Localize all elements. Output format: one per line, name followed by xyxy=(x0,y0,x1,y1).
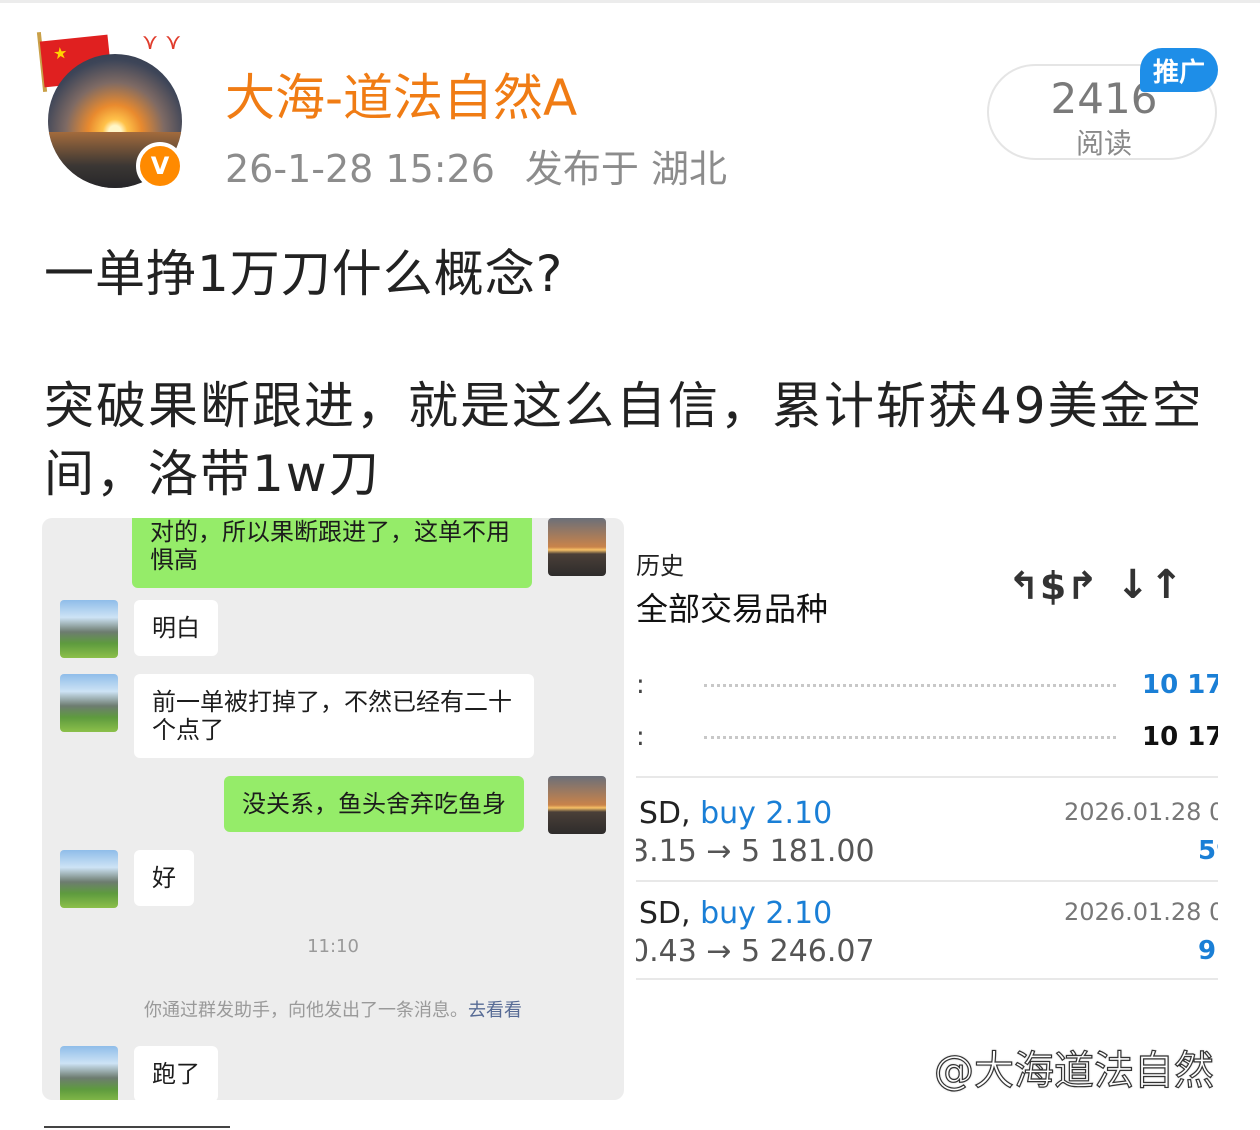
verified-v-icon: V xyxy=(136,142,184,190)
read-label: 阅读 xyxy=(1075,127,1132,160)
divider xyxy=(636,776,1218,778)
deal-prices: 0.43 → 5 246.07 xyxy=(636,934,875,969)
chat-system-text: 你通过群发助手，向他发出了一条消息。 xyxy=(144,1000,468,1021)
chat-avatar-me xyxy=(548,776,606,834)
chat-avatar-other xyxy=(60,850,118,908)
deal-row[interactable]: JSD, buy 2.10 3.15 → 5 181.00 2026.01.28… xyxy=(636,796,1218,886)
divider xyxy=(636,880,1218,882)
deal-prices: 3.15 → 5 181.00 xyxy=(636,834,875,869)
bottom-divider xyxy=(44,1126,230,1128)
top-divider xyxy=(0,0,1260,3)
deal-symbol-text: JSD, xyxy=(636,796,691,831)
deal-symbol: JSD, buy 2.10 xyxy=(636,896,832,931)
promote-badge[interactable]: 推广 xyxy=(1140,48,1218,92)
chat-bubble-other: 前一单被打掉了，不然已经有二十个点了 xyxy=(134,674,534,758)
post-text-body: 突破果断跟进，就是这么自信，累计斩获49美金空间，洛带1w刀 xyxy=(44,377,1204,503)
deal-row[interactable]: JSD, buy 2.10 0.43 → 5 246.07 2026.01.28… xyxy=(636,896,1218,986)
chat-avatar-other xyxy=(60,1046,118,1100)
deal-symbol: JSD, buy 2.10 xyxy=(636,796,832,831)
summary-value: 10 17( xyxy=(1142,670,1218,700)
chat-system-message: 你通过群发助手，向他发出了一条消息。去看看 xyxy=(42,996,624,1022)
chat-avatar-me xyxy=(548,518,606,576)
sort-icon: ↓↑ xyxy=(1116,562,1184,608)
chat-screenshot-image[interactable]: 对的，所以果断跟进了，这单不用惧高 明白 前一单被打掉了，不然已经有二十个点了 … xyxy=(42,518,624,1100)
chat-bubble-me: 对的，所以果断跟进了，这单不用惧高 xyxy=(132,518,532,588)
dotted-leader xyxy=(704,736,1116,739)
post-location: 发布于 湖北 xyxy=(524,147,727,191)
symbol-filter-label: 全部交易品种 xyxy=(636,590,829,628)
post-time: 26-1-28 15:26 xyxy=(225,147,495,191)
weibo-watermark: @大海道法自然 xyxy=(933,1047,1214,1094)
currency-toggle-icon: ↰$↱ xyxy=(1008,564,1099,608)
deal-symbol-text: JSD, xyxy=(636,896,691,931)
history-label: 历史 xyxy=(636,552,684,580)
chat-bubble-other: 跑了 xyxy=(134,1046,218,1100)
chat-bubble-other: 明白 xyxy=(134,600,218,656)
trade-history-screenshot-image[interactable]: 历史 全部交易品种 ↰$↱ ↓↑ : 10 17( : 10 17( JSD, … xyxy=(636,518,1218,988)
deal-date: 2026.01.28 05: xyxy=(1064,898,1218,926)
birds-decoration-icon: ⋎ ⋎ xyxy=(142,30,182,55)
summary-value: 10 17( xyxy=(1142,722,1218,752)
deal-profit: 59 xyxy=(1198,836,1218,866)
chat-bubble-other: 好 xyxy=(134,850,194,906)
summary-label: : xyxy=(636,670,645,700)
post-text-title: 一单挣1万刀什么概念? xyxy=(44,245,564,303)
dotted-leader xyxy=(704,684,1116,687)
username[interactable]: 大海-道法自然A xyxy=(225,58,577,130)
deal-side: buy 2.10 xyxy=(700,796,833,831)
user-avatar[interactable]: ★ ⋎ ⋎ V xyxy=(36,30,198,195)
post-meta: 26-1-28 15:26 发布于 湖北 xyxy=(225,138,727,193)
chat-system-link[interactable]: 去看看 xyxy=(468,1000,522,1021)
chat-bubble-me: 没关系，鱼头舍弃吃鱼身 xyxy=(224,776,524,832)
chat-avatar-other xyxy=(60,600,118,658)
deal-date: 2026.01.28 03: xyxy=(1064,798,1218,826)
deal-profit: 9 5( xyxy=(1198,936,1218,966)
chat-timestamp: 11:10 xyxy=(307,936,359,957)
summary-label: : xyxy=(636,722,645,752)
deal-side: buy 2.10 xyxy=(700,896,833,931)
chat-avatar-other xyxy=(60,674,118,732)
divider xyxy=(636,978,1218,980)
